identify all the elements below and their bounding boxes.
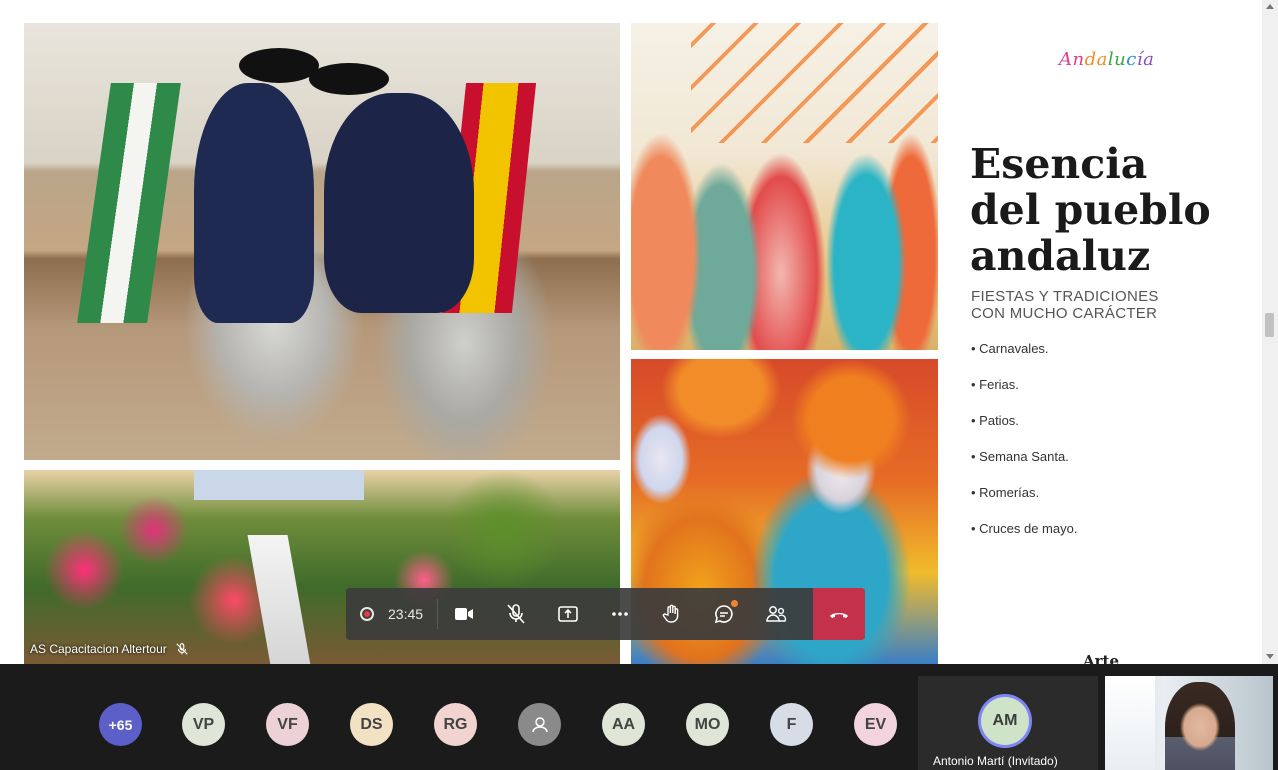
- bullet-item: Romerías.: [971, 485, 1077, 521]
- participants-button[interactable]: [750, 588, 802, 640]
- vertical-scrollbar[interactable]: [1262, 0, 1278, 664]
- anonymous-user-icon: [531, 716, 548, 732]
- bullet-item: Semana Santa.: [971, 449, 1077, 485]
- slide-title-line: del pueblo: [970, 186, 1211, 234]
- more-options-button[interactable]: [594, 588, 646, 640]
- mic-muted-icon: [176, 643, 188, 655]
- slide-subtitle-line: CON MUCHO CARÁCTER: [971, 305, 1158, 322]
- meeting-toolbar: 23:45: [346, 588, 865, 640]
- participant-avatar[interactable]: F: [770, 703, 813, 746]
- bullet-item: Carnavales.: [971, 341, 1077, 377]
- logo-part: An: [1059, 49, 1085, 70]
- microphone-muted-icon: [507, 604, 525, 624]
- rider-left: [194, 83, 314, 323]
- meeting-duration: 23:45: [388, 606, 424, 622]
- bullet-item: Patios.: [971, 413, 1077, 449]
- fair-lanterns: [691, 23, 938, 143]
- next-section-heading: Arte: [1083, 652, 1120, 664]
- logo-part: ía: [1136, 49, 1155, 70]
- speaker-avatar: AM: [981, 697, 1029, 745]
- scroll-up-arrow-icon[interactable]: [1266, 4, 1274, 9]
- share-screen-button[interactable]: [542, 588, 594, 640]
- slide-title: Esencia del pueblo andaluz: [970, 141, 1240, 279]
- participant-avatar[interactable]: AA: [602, 703, 645, 746]
- logo-part: lu: [1107, 49, 1127, 70]
- share-screen-icon: [558, 606, 578, 622]
- scroll-down-arrow-icon[interactable]: [1266, 654, 1274, 659]
- logo-part: da: [1084, 49, 1108, 70]
- video-camera-icon: [455, 608, 474, 620]
- raise-hand-icon: [662, 604, 679, 623]
- andalucia-logo: Andalucía: [1059, 49, 1154, 70]
- photo-flamenco-fair: [631, 23, 938, 350]
- recording-timer: 23:45: [346, 606, 437, 622]
- participant-avatar[interactable]: EV: [854, 703, 897, 746]
- hat-left: [239, 48, 319, 83]
- presenter-name: AS Capacitacion Altertour: [30, 642, 167, 656]
- ellipsis-icon: [612, 612, 628, 616]
- patio-stairs: [247, 535, 311, 664]
- hat-right: [309, 63, 389, 95]
- slide-subtitle-line: FIESTAS Y TRADICIONES: [971, 288, 1159, 305]
- participant-avatar[interactable]: VF: [266, 703, 309, 746]
- participant-avatar[interactable]: DS: [350, 703, 393, 746]
- more-participants-badge[interactable]: +65: [99, 703, 142, 746]
- scroll-thumb[interactable]: [1265, 313, 1274, 337]
- rider-right: [324, 93, 474, 313]
- participant-avatar[interactable]: VP: [182, 703, 225, 746]
- slide-bullet-list: Carnavales. Ferias. Patios. Semana Santa…: [971, 341, 1077, 557]
- slide-subtitle: FIESTAS Y TRADICIONES CON MUCHO CARÁCTER: [971, 288, 1211, 322]
- bullet-item: Cruces de mayo.: [971, 521, 1077, 557]
- patio-sky: [194, 470, 364, 500]
- speaker-name: Antonio Martí (Invitado): [933, 754, 1058, 768]
- participant-video-tile[interactable]: [1105, 676, 1273, 770]
- unread-dot: [731, 600, 739, 607]
- logo-part: c: [1126, 49, 1137, 70]
- participants-icon: [766, 606, 787, 622]
- raise-hand-button[interactable]: [646, 588, 698, 640]
- shared-slide: Andalucía Esencia del pueblo andaluz FIE…: [0, 0, 1262, 664]
- participant-avatar[interactable]: MO: [686, 703, 729, 746]
- video-person: [1165, 682, 1235, 770]
- participant-avatar[interactable]: RG: [434, 703, 477, 746]
- recording-icon: [360, 607, 374, 621]
- camera-button[interactable]: [438, 588, 490, 640]
- participant-strip: +65 VP VF DS RG AA MO F EV AM Antonio Ma…: [0, 664, 1278, 770]
- bullet-item: Ferias.: [971, 377, 1077, 413]
- hang-up-button[interactable]: [813, 588, 865, 640]
- andalusian-flag: [77, 83, 181, 323]
- photo-horse-riders: [24, 23, 620, 460]
- microphone-button[interactable]: [490, 588, 542, 640]
- slide-title-line: andaluz: [970, 232, 1151, 280]
- hang-up-phone-icon: [830, 613, 848, 618]
- video-background-window: [1105, 676, 1155, 770]
- slide-title-line: Esencia: [970, 140, 1148, 188]
- participant-avatar[interactable]: [518, 703, 561, 746]
- presenter-label: AS Capacitacion Altertour: [24, 638, 195, 660]
- chat-button[interactable]: [698, 588, 750, 640]
- active-speaker-tile[interactable]: AM Antonio Martí (Invitado): [918, 676, 1098, 770]
